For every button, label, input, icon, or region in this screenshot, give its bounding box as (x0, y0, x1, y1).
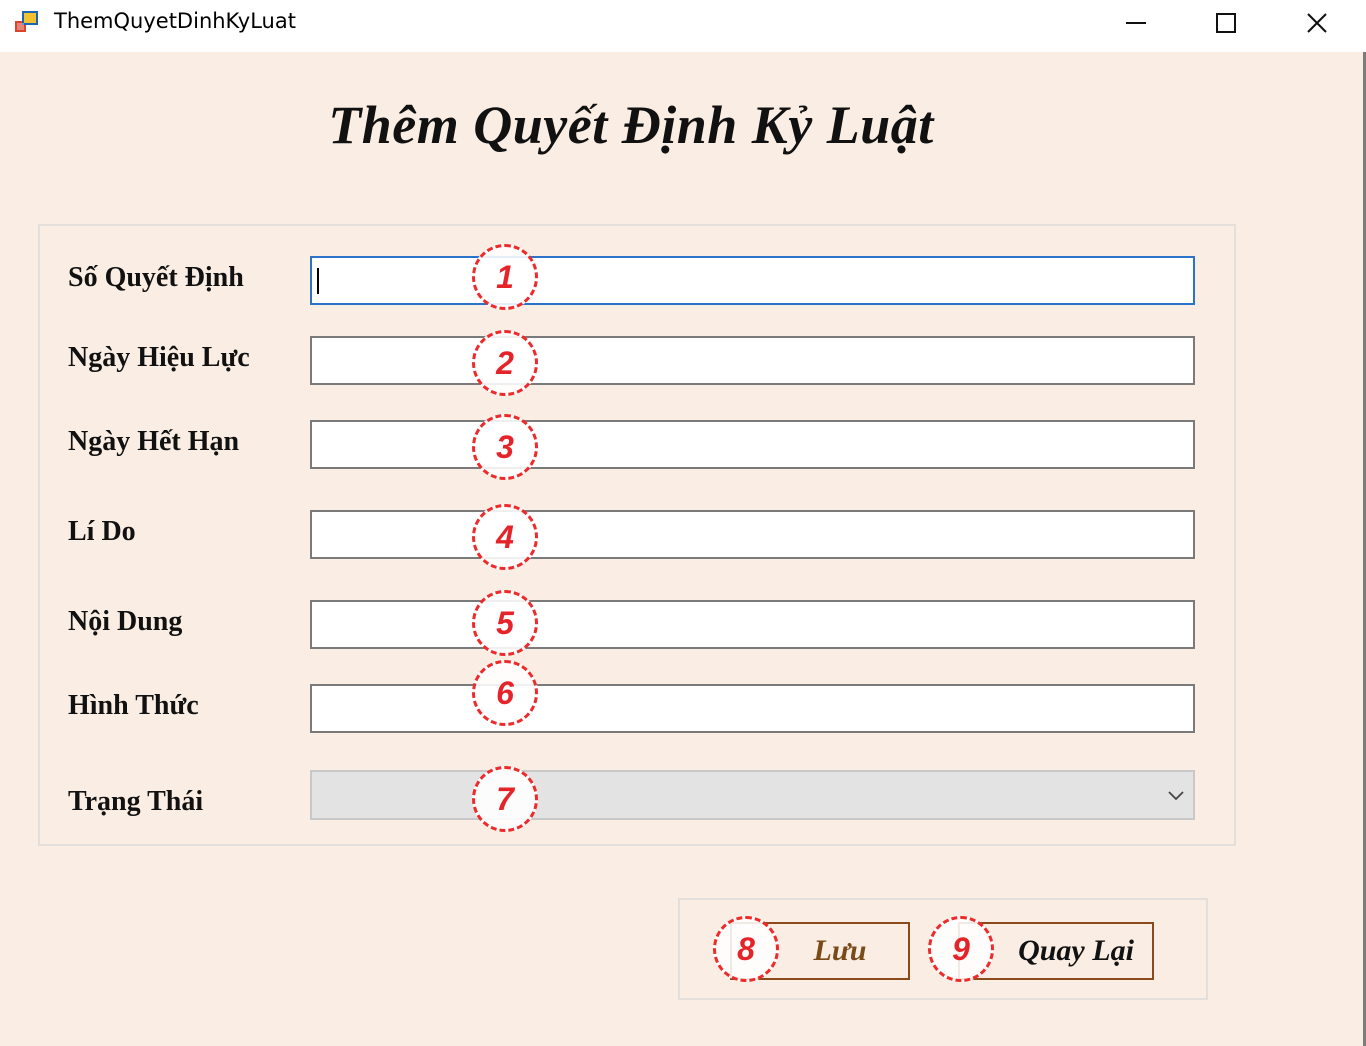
annotation-badge-2: 2 (472, 330, 538, 396)
maximize-button[interactable] (1181, 0, 1271, 46)
annotation-badge-4: 4 (472, 504, 538, 570)
trang-thai-select[interactable] (310, 770, 1195, 820)
window-titlebar: ThemQuyetDinhKyLuat (0, 0, 1366, 52)
label-noi-dung: Nội Dung (68, 606, 183, 637)
window-title: ThemQuyetDinhKyLuat (54, 9, 296, 33)
label-trang-thai: Trạng Thái (68, 786, 204, 817)
label-hinh-thuc: Hình Thức (68, 690, 199, 721)
annotation-badge-7: 7 (472, 766, 538, 832)
ngay-hieu-luc-input[interactable] (310, 336, 1195, 385)
minimize-icon (1126, 22, 1146, 24)
maximize-icon (1216, 13, 1236, 33)
annotation-badge-6: 6 (472, 660, 538, 726)
save-button-label: Lưu (813, 934, 867, 967)
annotation-badge-5: 5 (472, 590, 538, 656)
noi-dung-input[interactable] (310, 600, 1195, 649)
li-do-input[interactable] (310, 510, 1195, 559)
close-button[interactable] (1272, 0, 1362, 46)
hinh-thuc-input[interactable] (310, 684, 1195, 733)
minimize-button[interactable] (1091, 0, 1181, 46)
app-icon (15, 11, 38, 32)
label-ngay-hieu-luc: Ngày Hiệu Lực (68, 342, 250, 373)
close-icon (1307, 13, 1327, 33)
annotation-badge-8: 8 (713, 916, 779, 982)
text-caret (317, 268, 319, 294)
page-title: Thêm Quyết Định Kỷ Luật (328, 95, 934, 155)
annotation-badge-3: 3 (472, 414, 538, 480)
label-so-quyet-dinh: Số Quyết Định (68, 262, 244, 293)
annotation-badge-9: 9 (928, 916, 994, 982)
so-quyet-dinh-input[interactable] (310, 256, 1195, 305)
annotation-badge-1: 1 (472, 244, 538, 310)
chevron-down-icon (1168, 791, 1184, 801)
back-button-label: Quay Lại (1018, 934, 1134, 967)
ngay-het-han-input[interactable] (310, 420, 1195, 469)
label-li-do: Lí Do (68, 516, 136, 547)
label-ngay-het-han: Ngày Hết Hạn (68, 426, 240, 457)
